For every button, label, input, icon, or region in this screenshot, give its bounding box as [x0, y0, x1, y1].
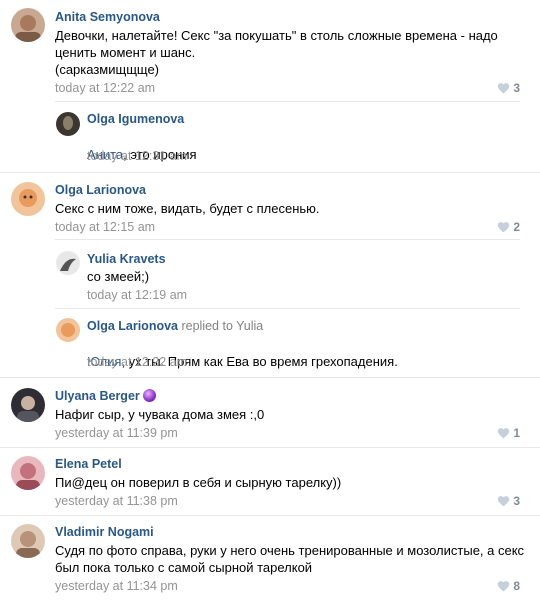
reply-time[interactable]: today at 12:31 am [87, 149, 187, 163]
like-button[interactable]: 3 [497, 494, 520, 508]
like-count: 2 [513, 220, 520, 234]
divider [0, 515, 540, 516]
comment-text: Секс с ним тоже, видать, будет с плесень… [55, 201, 320, 216]
reply-time[interactable]: today at 12:22 am [87, 355, 187, 369]
divider [55, 308, 520, 309]
crystal-ball-icon [143, 389, 157, 402]
avatar[interactable] [11, 388, 45, 422]
heart-icon [498, 83, 510, 94]
avatar[interactable] [11, 8, 45, 42]
divider [0, 447, 540, 448]
heart-icon [498, 222, 510, 233]
comment-time[interactable]: yesterday at 11:38 pm [55, 494, 178, 508]
heart-icon [498, 581, 510, 592]
comment-author[interactable]: Olga Larionova [55, 183, 146, 197]
reply-author[interactable]: Olga Igumenova [87, 112, 184, 126]
replied-to-label[interactable]: replied to Yulia [181, 319, 263, 333]
reply-author[interactable]: Yulia Kravets [87, 252, 166, 266]
avatar[interactable] [56, 112, 80, 136]
reply-author-name[interactable]: Olga Larionova [87, 319, 178, 333]
comment-author[interactable]: Ulyana Berger [55, 389, 157, 403]
avatar[interactable] [11, 456, 45, 490]
reply-time[interactable]: today at 12:19 am [87, 288, 187, 302]
avatar[interactable] [56, 318, 80, 342]
divider [55, 239, 520, 240]
comment-time[interactable]: yesterday at 11:39 pm [55, 426, 178, 440]
comment-author[interactable]: Anita Semyonova [55, 10, 160, 24]
comment-text: Нафиг сыр, у чувака дома змея :,0 [55, 407, 265, 422]
like-count: 3 [513, 81, 520, 95]
divider [0, 172, 540, 173]
comment-text: Судя по фото справа, руки у него очень т… [55, 543, 525, 575]
divider [55, 101, 520, 102]
comment-time[interactable]: yesterday at 11:34 pm [55, 579, 178, 593]
avatar[interactable] [56, 251, 80, 275]
like-button[interactable]: 1 [497, 426, 520, 440]
comment-author[interactable]: Elena Petel [55, 457, 122, 471]
comment-author-name[interactable]: Ulyana Berger [55, 389, 140, 403]
comment-text: Девочки, налетайте! Секс "за покушать" в… [55, 28, 498, 77]
like-button[interactable]: 2 [497, 220, 520, 234]
avatar[interactable] [11, 182, 45, 216]
heart-icon [498, 428, 510, 439]
comment-text: Пи@дец он поверил в себя и сырную тарелк… [55, 475, 342, 490]
divider [0, 377, 540, 378]
comment-time[interactable]: today at 12:22 am [55, 81, 155, 95]
comment-author[interactable]: Vladimir Nogami [55, 525, 154, 539]
comment-time[interactable]: today at 12:15 am [55, 220, 155, 234]
like-count: 1 [513, 426, 520, 440]
avatar[interactable] [11, 524, 45, 558]
reply-author[interactable]: Olga Larionova replied to Yulia [87, 319, 263, 333]
like-count: 3 [513, 494, 520, 508]
like-count: 8 [513, 579, 520, 593]
reply-text: со змеей;) [87, 269, 150, 284]
heart-icon [498, 496, 510, 507]
like-button[interactable]: 3 [497, 81, 520, 95]
like-button[interactable]: 8 [497, 579, 520, 593]
